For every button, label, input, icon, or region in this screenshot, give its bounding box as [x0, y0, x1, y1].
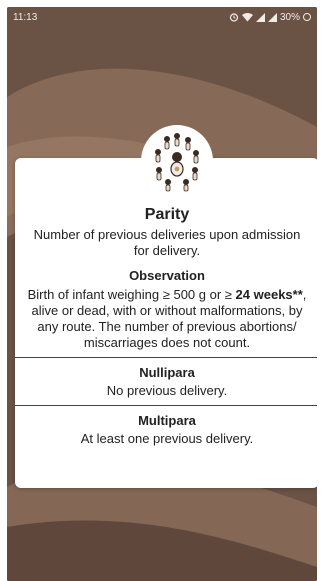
option-label: Nullipara	[139, 365, 195, 380]
divider	[15, 405, 317, 406]
signal-icon	[255, 12, 265, 22]
battery-percent: 30%	[279, 11, 300, 23]
wifi-icon	[241, 12, 253, 22]
card-subtitle: Number of previous deliveries upon admis…	[33, 227, 301, 258]
observation-heading: Observation	[129, 268, 205, 283]
parity-info-card: Parity Number of previous deliveries upo…	[15, 158, 317, 488]
observation-text: Birth of infant weighing ≥ 500 g or ≥ 24…	[27, 287, 307, 350]
option-label: Multipara	[138, 413, 196, 428]
app-screen: 11:13 30% Parity Number of previous deli…	[7, 7, 317, 581]
option-multipara[interactable]: Multipara At least one previous delivery…	[15, 413, 317, 447]
battery-icon	[303, 12, 311, 22]
alarm-icon	[229, 12, 239, 22]
divider	[15, 357, 317, 358]
signal-icon	[267, 12, 277, 22]
option-nullipara[interactable]: Nullipara No previous delivery.	[15, 365, 317, 399]
status-time: 11:13	[13, 11, 38, 23]
card-title: Parity	[144, 206, 190, 223]
status-bar: 11:13 30%	[7, 7, 317, 27]
option-description: At least one previous delivery.	[80, 431, 254, 446]
option-description: No previous delivery.	[106, 383, 228, 398]
family-illustration-icon	[141, 125, 213, 197]
